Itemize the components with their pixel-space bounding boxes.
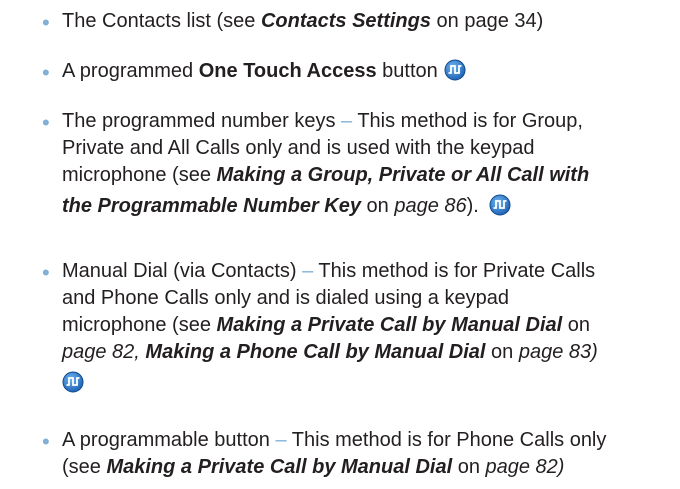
list-item-text: A programmed One Touch Access button [62, 58, 672, 85]
radio-feature-icon [62, 371, 84, 393]
list-item-text: Manual Dial (via Contacts) – This method… [62, 260, 598, 363]
list-item-text: The Contacts list (see Contacts Settings… [62, 10, 544, 32]
cross-reference[interactable]: Contacts Settings [261, 10, 431, 32]
list-item-text: The programmed number keys – This method… [62, 110, 590, 217]
cross-reference[interactable]: Making a Private Call by Manual Dial [106, 456, 452, 478]
cross-reference[interactable]: Making a Phone Call by Manual Dial [145, 341, 485, 363]
bullet: • [42, 110, 50, 135]
radio-feature-icon [489, 194, 511, 216]
bullet: • [42, 429, 50, 454]
bullet: • [42, 60, 50, 85]
bullet: • [42, 10, 50, 35]
list-item-text: A programmable button – This method is f… [62, 429, 607, 478]
radio-feature-icon [444, 59, 466, 81]
cross-reference[interactable]: Making a Private Call by Manual Dial [217, 314, 563, 336]
bullet: • [42, 260, 50, 285]
cross-reference[interactable]: the Programmable Number Key [62, 195, 361, 217]
cross-reference[interactable]: Making a Group, Private or All Call with [217, 164, 590, 186]
